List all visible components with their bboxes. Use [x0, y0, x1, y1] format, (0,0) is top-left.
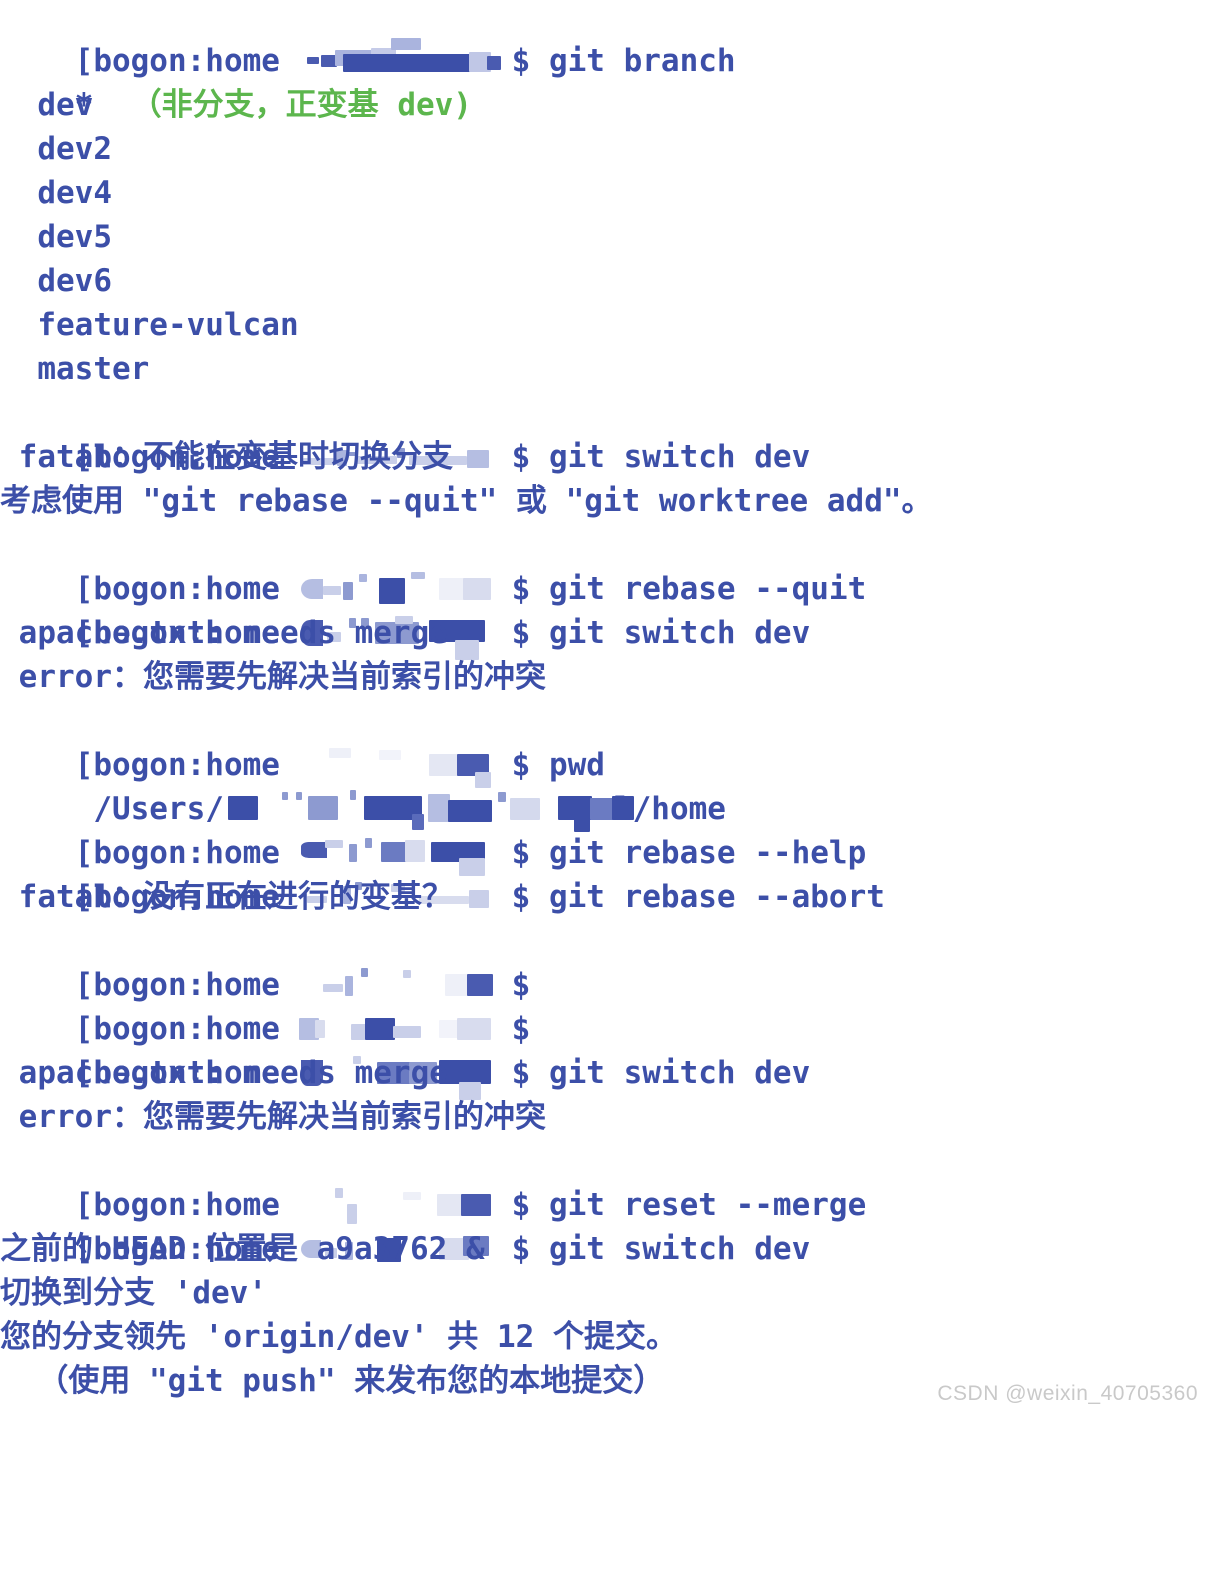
- branch-name: dev2: [0, 131, 112, 167]
- terminal-line-output: apache.txt: needs merge: [0, 1051, 1208, 1095]
- csdn-watermark: CSDN @weixin_40705360: [937, 1382, 1198, 1405]
- switched-branch-message: 切换到分支 'dev': [0, 1275, 267, 1311]
- terminal-line: [bogon:home $ git rebase --quit: [0, 523, 1208, 607]
- push-hint-message: （使用 "git push" 来发布您的本地提交）: [0, 1363, 665, 1399]
- terminal-line-branch: feature-vulcan: [0, 303, 1208, 347]
- terminal-line-output: 切换到分支 'dev': [0, 1271, 1208, 1315]
- terminal-line-output: 之前的 HEAD 位置是 a9a3762 &: [0, 1227, 1208, 1271]
- terminal-line: [bogon:home $ git switch dev: [0, 567, 1208, 660]
- terminal-line-branch: dev5: [0, 215, 1208, 259]
- terminal-line-branch: dev4: [0, 171, 1208, 215]
- terminal-line-output: fatal：不能在变基时切换分支: [0, 435, 1208, 479]
- terminal-line: [bogon:home $ git switch dev: [0, 1007, 1208, 1100]
- hint-message: 考虑使用 "git rebase --quit" 或 "git worktree…: [0, 483, 933, 519]
- needs-merge-message: apache.txt: needs merge: [0, 615, 448, 651]
- terminal-line: [bogon:home $: [0, 919, 1208, 1003]
- branch-name: dev5: [0, 219, 112, 255]
- fatal-message: fatal：不能在变基时切换分支: [0, 439, 453, 475]
- error-message: error：您需要先解决当前索引的冲突: [0, 1099, 546, 1135]
- terminal-line-output: /Users/ l/home: [0, 743, 1208, 832]
- terminal-line: [bogon:home $ git reset --merge: [0, 1139, 1208, 1224]
- needs-merge-message: apache.txt: needs merge: [0, 1055, 448, 1091]
- terminal-line-output: fatal：没有正在进行的变基？: [0, 875, 1208, 919]
- terminal-line: [bogon:home $ git branch: [0, 0, 1208, 79]
- terminal-line: [bogon:home $ git switch dev: [0, 391, 1208, 475]
- terminal-line-output: error：您需要先解决当前索引的冲突: [0, 1095, 1208, 1139]
- terminal-line: [bogon:home $ git rebase --help: [0, 787, 1208, 876]
- terminal-line-branch: dev6: [0, 259, 1208, 303]
- branch-name: feature-vulcan: [0, 307, 299, 343]
- ahead-by-message: 您的分支领先 'origin/dev' 共 12 个提交。: [0, 1319, 677, 1355]
- terminal-line: [bogon:home $ pwd: [0, 699, 1208, 788]
- branch-name: master: [0, 351, 150, 387]
- terminal-line-output: 考虑使用 "git rebase --quit" 或 "git worktree…: [0, 479, 1208, 523]
- terminal-line-branch: master: [0, 347, 1208, 391]
- error-message: error：您需要先解决当前索引的冲突: [0, 659, 546, 695]
- terminal-line: [bogon:home $ git switch dev: [0, 1183, 1208, 1267]
- terminal-line-current-branch: * （非分支，正变基 dev): [0, 39, 1208, 123]
- branch-name: dev4: [0, 175, 112, 211]
- terminal-line-branch: dev2: [0, 127, 1208, 171]
- branch-name: dev6: [0, 263, 112, 299]
- branch-name: dev: [0, 87, 94, 123]
- terminal-line-output: error：您需要先解决当前索引的冲突: [0, 655, 1208, 699]
- fatal-message: fatal：没有正在进行的变基？: [0, 879, 453, 915]
- head-position-message: 之前的 HEAD 位置是 a9a3762 &: [0, 1231, 485, 1267]
- terminal-line-output: apache.txt: needs merge: [0, 611, 1208, 655]
- terminal-line: [bogon:home $: [0, 963, 1208, 1047]
- terminal-line-branch: dev: [0, 83, 1208, 127]
- terminal-line-output: 您的分支领先 'origin/dev' 共 12 个提交。: [0, 1315, 1208, 1359]
- terminal-line: [bogon:home $ git rebase --abort: [0, 831, 1208, 915]
- terminal-window: [bogon:home $ git branch * （非分支，正变基 dev)…: [0, 0, 1208, 1414]
